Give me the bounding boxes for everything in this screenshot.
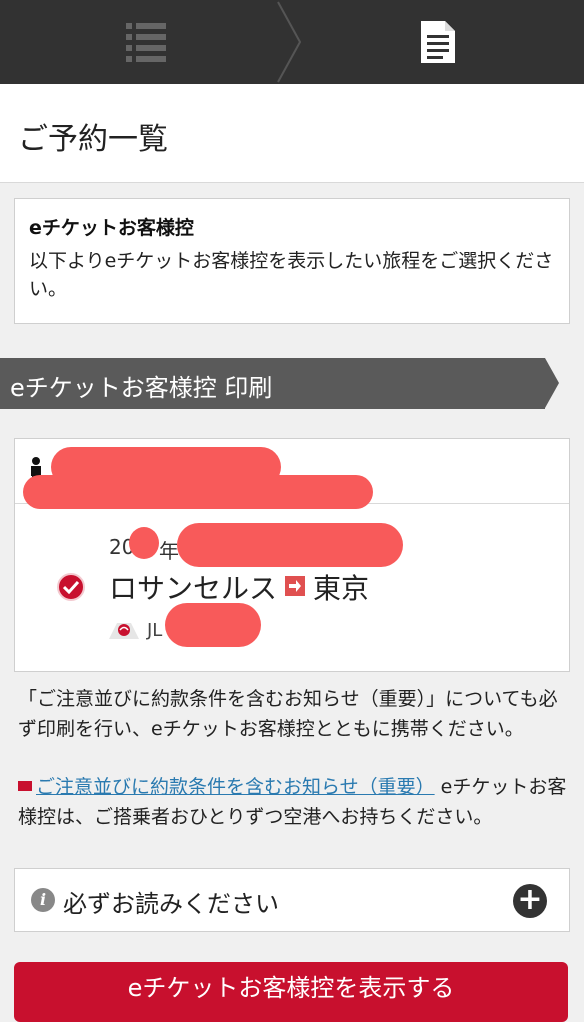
step-eticket-document[interactable] <box>292 0 584 84</box>
info-card-text: 以下よりeチケットお客様控を表示したい旅程をご選択ください。 <box>29 250 554 300</box>
airline-row: JL <box>109 619 162 641</box>
important-notice-link[interactable]: ご注意並びに約款条件を含むお知らせ（重要） <box>36 776 435 798</box>
ribbon-arrow-tip <box>545 358 559 408</box>
info-icon: i <box>31 888 55 912</box>
flight-date-suffix: 年 <box>159 539 179 563</box>
redacted-flight-date <box>177 523 403 567</box>
list-icon <box>126 23 166 62</box>
eticket-info-card: eチケットお客様控 以下よりeチケットお客様控を表示したい旅程をご選択ください。 <box>14 198 570 324</box>
airline-code: JL <box>147 619 163 641</box>
must-read-panel[interactable]: i 必ずお読みください + <box>14 868 570 932</box>
passenger-row <box>15 439 569 509</box>
page-header: ご予約一覧 <box>0 84 584 183</box>
expand-plus-icon[interactable]: + <box>513 884 547 918</box>
booking-card[interactable]: 20 年 ロサンセルス 東京 JL <box>14 438 570 672</box>
external-link-icon <box>18 781 32 791</box>
notice-print-important: 「ご注意並びに約款条件を含むお知らせ（重要）」についても必ず印刷を行い、eチケッ… <box>18 688 558 740</box>
route-arrow-icon <box>285 576 306 596</box>
show-eticket-button[interactable]: eチケットお客様控を表示する <box>14 962 568 1022</box>
selected-checkmark-icon[interactable] <box>57 573 85 601</box>
destination-city: 東京 <box>313 572 370 605</box>
step-itinerary-list[interactable] <box>0 0 292 84</box>
flight-route: ロサンセルス 東京 <box>109 567 369 607</box>
redacted-passenger-name <box>23 475 373 509</box>
notice-carry-ticket: ご注意並びに約款条件を含むお知らせ（重要） eチケットお客様控は、ご搭乗者おひと… <box>18 772 570 832</box>
section-ribbon-label: eチケットお客様控 印刷 <box>10 374 273 402</box>
page-title: ご予約一覧 <box>18 122 168 157</box>
section-ribbon: eチケットお客様控 印刷 <box>0 358 545 409</box>
document-icon <box>421 21 455 63</box>
airline-logo-icon <box>109 623 139 639</box>
step-progress-bar <box>0 0 584 84</box>
redacted-flight-number <box>165 603 261 647</box>
must-read-label: 必ずお読みください <box>63 890 279 918</box>
info-card-heading: eチケットお客様控 <box>29 217 194 239</box>
origin-city: ロサンセルス <box>109 572 278 605</box>
redacted-date-digits <box>129 527 159 559</box>
